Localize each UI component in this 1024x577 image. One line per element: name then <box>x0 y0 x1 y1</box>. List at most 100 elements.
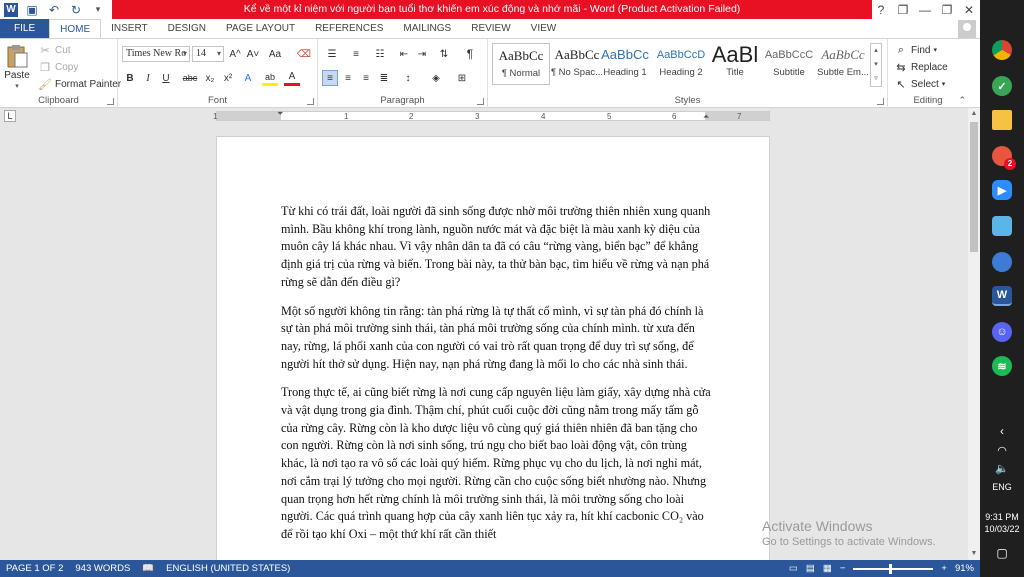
select-button[interactable]: ↖ Select ▾ <box>894 77 945 91</box>
word-count[interactable]: 943 WORDS <box>69 563 136 574</box>
scroll-up-icon[interactable]: ▲ <box>968 108 980 120</box>
tab-insert[interactable]: INSERT <box>101 19 158 38</box>
align-right-icon[interactable]: ≡ <box>358 70 374 86</box>
clock-date[interactable]: 10/03/22 <box>980 524 1024 534</box>
strikethrough-button[interactable]: abc <box>180 70 200 86</box>
document-page[interactable]: Từ khi có trái đất, loài người đã sinh s… <box>216 136 770 560</box>
styles-launcher-icon[interactable] <box>877 98 884 105</box>
clock-time[interactable]: 9:31 PM <box>980 512 1024 522</box>
find-button[interactable]: ⌕ Find ▾ <box>894 43 937 57</box>
superscript-button[interactable]: x² <box>220 70 236 86</box>
style-subtitle[interactable]: AaBbCcC Subtitle <box>760 43 818 85</box>
align-center-icon[interactable]: ≡ <box>340 70 356 86</box>
zoom-app-icon[interactable]: ▶ <box>992 180 1012 200</box>
redo-icon[interactable]: ↻ <box>68 2 84 18</box>
borders-icon[interactable]: ⊞ <box>452 70 472 86</box>
bold-button[interactable]: B <box>122 70 138 86</box>
discord-icon[interactable]: ☺ <box>992 322 1012 342</box>
cut-button[interactable]: ✂ Cut <box>38 43 70 57</box>
format-painter-button[interactable]: 🖌 Format Painter <box>38 77 121 91</box>
style-subtle-emphasis[interactable]: AaBbCc Subtle Em... <box>814 43 872 85</box>
close-button[interactable]: ✕ <box>958 0 980 19</box>
clear-formatting-icon[interactable]: ⌫ <box>296 46 312 62</box>
web-layout-icon[interactable]: ▦ <box>823 563 832 574</box>
tab-review[interactable]: REVIEW <box>461 19 520 38</box>
indent-marker-icon[interactable]: ⏷ <box>277 109 283 119</box>
vertical-scrollbar[interactable]: ▲ ▼ <box>968 108 980 560</box>
account-avatar[interactable] <box>958 19 976 38</box>
word-taskbar-icon[interactable]: W <box>992 286 1012 306</box>
style-heading-1[interactable]: AaBbCc Heading 1 <box>596 43 654 85</box>
font-launcher-icon[interactable] <box>307 98 314 105</box>
paragraph-launcher-icon[interactable] <box>477 98 484 105</box>
tab-selector[interactable]: L <box>4 110 16 122</box>
restore-button[interactable]: ❐ <box>936 0 958 19</box>
minimize-button[interactable]: — <box>914 0 936 19</box>
zoom-level[interactable]: 91% <box>955 563 974 574</box>
input-language[interactable]: ENG <box>980 482 1024 492</box>
font-size-select[interactable]: 14 ▾ <box>192 46 224 62</box>
paragraph-2[interactable]: Một số người không tin rằng: tàn phá rừn… <box>281 303 711 374</box>
font-color-button[interactable]: A <box>284 70 300 86</box>
notifications-icon[interactable]: ▢ <box>980 546 1024 560</box>
style-heading-2[interactable]: AaBbCcD Heading 2 <box>652 43 710 85</box>
customize-qat-icon[interactable]: ▾ <box>90 2 106 18</box>
numbering-icon[interactable]: ≡ <box>346 46 366 62</box>
globe-app-icon[interactable] <box>992 252 1012 272</box>
change-case-button[interactable]: Aa <box>266 46 284 62</box>
spotify-icon[interactable]: ≋ <box>992 356 1012 376</box>
undo-icon[interactable]: ↶ <box>46 2 62 18</box>
tab-references[interactable]: REFERENCES <box>305 19 393 38</box>
word-app-icon[interactable]: W <box>4 2 18 17</box>
cocccoc-icon[interactable]: ✓ <box>992 76 1012 96</box>
styles-gallery-scroll[interactable]: ▴ ▾ ▿ <box>870 43 882 87</box>
help-button[interactable]: ? <box>870 0 892 19</box>
volume-icon[interactable]: 🔈 <box>980 462 1024 475</box>
collapse-ribbon-icon[interactable]: ⌃ <box>958 95 966 106</box>
proofing-icon[interactable]: 📖 <box>136 563 160 574</box>
tab-view[interactable]: VIEW <box>521 19 567 38</box>
tab-home[interactable]: HOME <box>49 19 102 38</box>
chrome-icon[interactable] <box>992 40 1012 60</box>
wifi-icon[interactable]: ◠ <box>980 444 1024 457</box>
file-explorer-icon[interactable] <box>992 110 1012 130</box>
page-count[interactable]: PAGE 1 OF 2 <box>0 563 69 574</box>
multilevel-list-icon[interactable]: ☷ <box>370 46 390 62</box>
line-spacing-icon[interactable]: ↕ <box>398 70 418 86</box>
tab-page-layout[interactable]: PAGE LAYOUT <box>216 19 305 38</box>
highlight-button[interactable]: ab <box>262 70 278 86</box>
zoom-slider-knob[interactable] <box>889 563 893 574</box>
sort-icon[interactable]: ⇅ <box>436 46 452 62</box>
style-title[interactable]: AaBl Title <box>706 43 764 85</box>
stack-app-icon[interactable] <box>992 216 1012 236</box>
shrink-font-button[interactable]: A˅ <box>244 46 262 62</box>
underline-button[interactable]: U <box>158 70 174 86</box>
align-left-icon[interactable]: ≡ <box>322 70 338 86</box>
copy-button[interactable]: ❐ Copy <box>38 60 78 74</box>
tray-expand-icon[interactable]: ‹ <box>980 424 1024 438</box>
document-body[interactable]: Từ khi có trái đất, loài người đã sinh s… <box>281 203 711 555</box>
zoom-in-icon[interactable]: + <box>941 563 947 574</box>
paragraph-3[interactable]: Trong thực tế, ai cũng biết rừng là nơi … <box>281 384 711 543</box>
right-indent-marker-icon[interactable]: ⏶ <box>703 112 709 122</box>
grow-font-button[interactable]: A^ <box>226 46 244 62</box>
tab-file[interactable]: FILE <box>0 19 50 38</box>
bullets-icon[interactable]: ☰ <box>322 46 342 62</box>
paragraph-1[interactable]: Từ khi có trái đất, loài người đã sinh s… <box>281 203 711 292</box>
justify-icon[interactable]: ≣ <box>376 70 392 86</box>
scroll-down-icon[interactable]: ▼ <box>968 548 980 560</box>
browser-icon[interactable]: 2 <box>992 146 1016 170</box>
ribbon-display-options-button[interactable]: ❐ <box>892 0 914 19</box>
increase-indent-icon[interactable]: ⇥ <box>414 46 430 62</box>
ruler-bar[interactable]: 1 1 2 3 4 5 6 7 ⏷ ⏶ <box>213 109 770 122</box>
clipboard-launcher-icon[interactable] <box>107 98 114 105</box>
subscript-button[interactable]: x₂ <box>202 70 218 86</box>
paste-button[interactable]: Paste ▾ <box>4 43 30 90</box>
show-marks-button[interactable]: ¶ <box>462 46 478 62</box>
scroll-thumb[interactable] <box>970 122 978 252</box>
read-mode-icon[interactable]: ▭ <box>789 563 798 574</box>
language-indicator[interactable]: ENGLISH (UNITED STATES) <box>160 563 296 574</box>
italic-button[interactable]: I <box>140 70 156 86</box>
tab-design[interactable]: DESIGN <box>158 19 216 38</box>
text-effects-button[interactable]: A <box>240 70 256 86</box>
